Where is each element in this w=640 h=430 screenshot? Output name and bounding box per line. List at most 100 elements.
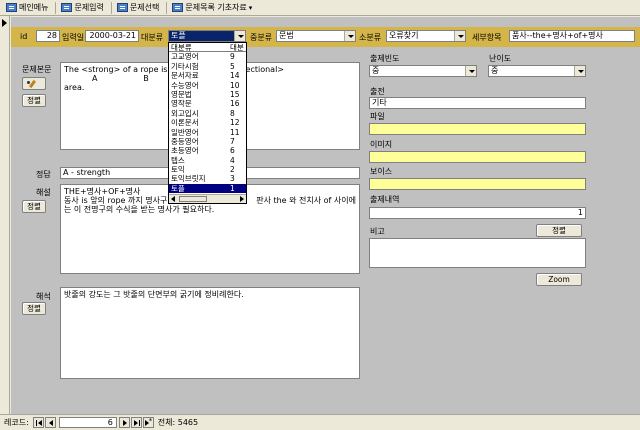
menu-item-label: 문제입력: [74, 3, 104, 12]
chevron-down-icon[interactable]: [454, 31, 465, 41]
frequency-label: 출제빈도: [370, 54, 400, 63]
dropdown-option[interactable]: 텝스 4: [169, 156, 246, 165]
next-icon: [122, 420, 127, 426]
dropdown-option[interactable]: 수능영어 10: [169, 81, 246, 90]
source-field[interactable]: 기타: [369, 97, 586, 109]
option-name: 일반영어: [171, 127, 199, 137]
last-icon: [133, 420, 138, 426]
dropdown-option[interactable]: 기타시험 5: [169, 62, 246, 71]
minor-category-combo[interactable]: 오류찾기: [386, 30, 466, 42]
scroll-right-icon[interactable]: [240, 196, 244, 202]
dropdown-header-name: 대분류: [171, 43, 192, 52]
question-sort-button[interactable]: 정렬: [22, 94, 46, 107]
bar-icon: [35, 420, 37, 426]
menu-item-question-list[interactable]: 문제목록 기초자료 ▾: [168, 1, 256, 15]
option-name: 외고입시: [171, 108, 199, 118]
dropdown-option[interactable]: 일반영어 11: [169, 128, 246, 137]
explanation-sort-button[interactable]: 정렬: [22, 200, 46, 213]
last-record-button[interactable]: [130, 417, 142, 428]
dropdown-option[interactable]: 영작문 16: [169, 99, 246, 108]
new-record-button[interactable]: *: [142, 417, 154, 428]
middle-category-value: 문법: [279, 31, 294, 40]
id-field[interactable]: 28: [36, 30, 60, 42]
note-sort-button[interactable]: 정렬: [536, 224, 582, 237]
option-code: 8: [230, 108, 235, 118]
explanation-line-2-end: 판사 the 와 전치사 of 사이에: [256, 196, 356, 205]
asterisk-icon: *: [148, 417, 153, 425]
menu-item-label: 메인메뉴: [19, 3, 49, 12]
menu-item-main-menu[interactable]: 메인메뉴: [2, 1, 52, 15]
option-name: 텝스: [171, 155, 185, 165]
difficulty-combo[interactable]: 중: [488, 65, 586, 77]
question-label: 문제본문: [22, 65, 52, 74]
history-label: 출제내역: [370, 195, 400, 204]
option-code: 15: [230, 89, 240, 99]
option-code: 4: [230, 155, 235, 165]
chevron-down-icon[interactable]: ▾: [249, 4, 253, 12]
major-category-combo[interactable]: 토플: [168, 30, 246, 42]
difficulty-label: 난이도: [489, 54, 512, 63]
dropdown-option-selected[interactable]: 토플 1: [169, 183, 246, 194]
option-code: 6: [230, 146, 235, 156]
scroll-left-icon[interactable]: [171, 196, 175, 202]
translation-value: 밧줄의 강도는 그 밧줄의 단면부의 굵기에 정비례한다.: [64, 290, 244, 299]
dropdown-header: 대분류 대분: [169, 43, 246, 53]
dropdown-option[interactable]: 초등영어 6: [169, 146, 246, 155]
first-record-button[interactable]: [32, 417, 44, 428]
detail-item-field[interactable]: 품사--the+명사+of+명사: [509, 30, 635, 42]
frequency-value: 중: [372, 66, 380, 75]
record-label: 레코드:: [4, 418, 29, 427]
difficulty-value: 중: [491, 66, 499, 75]
date-field[interactable]: 2000-03-21: [85, 30, 139, 42]
option-code: 14: [230, 71, 240, 81]
edit-question-button[interactable]: [22, 77, 46, 90]
frequency-combo[interactable]: 중: [369, 65, 477, 77]
history-field[interactable]: 1: [369, 207, 586, 219]
middle-category-combo[interactable]: 문법: [276, 30, 356, 42]
dropdown-option[interactable]: 이론문서 12: [169, 118, 246, 127]
option-name: 영문법: [171, 89, 192, 99]
dropdown-option[interactable]: 외고입시 8: [169, 109, 246, 118]
chevron-down-icon[interactable]: [465, 66, 476, 76]
dropdown-option[interactable]: 토익브릿지 3: [169, 174, 246, 183]
translation-text[interactable]: 밧줄의 강도는 그 밧줄의 단면부의 굵기에 정비례한다.: [60, 287, 360, 379]
record-selector[interactable]: [0, 16, 10, 414]
option-code: 1: [230, 183, 235, 193]
explanation-line-2-start: 동사 is 앞의 rope 까지 명사구 주: [64, 196, 178, 205]
option-name: 초등영어: [171, 146, 199, 156]
chevron-down-icon[interactable]: [574, 66, 585, 76]
dropdown-option[interactable]: 고교영어 9: [169, 52, 246, 61]
dropdown-option[interactable]: 토익 2: [169, 165, 246, 174]
note-field[interactable]: [369, 238, 586, 268]
current-record-field[interactable]: 6: [58, 417, 117, 428]
translation-sort-button[interactable]: 정렬: [22, 302, 46, 315]
menu-separator: [166, 1, 168, 14]
explanation-line-3: 는 이 전명구의 수식을 받는 명사가 필요하다.: [64, 205, 215, 214]
option-code: 11: [230, 127, 240, 137]
next-record-button[interactable]: [118, 417, 130, 428]
form-icon: [6, 3, 17, 12]
pencil-icon: [28, 79, 37, 89]
menu-item-question-input[interactable]: 문제입력: [57, 1, 107, 15]
option-name: 영작문: [171, 99, 192, 109]
file-field[interactable]: [369, 123, 586, 135]
image-field[interactable]: [369, 151, 586, 163]
option-code: 3: [230, 174, 235, 184]
translation-label: 해석: [36, 292, 51, 301]
menu-item-question-select[interactable]: 문제선택: [113, 1, 163, 15]
scroll-thumb[interactable]: [179, 196, 207, 202]
dropdown-option[interactable]: 문서자료 14: [169, 71, 246, 80]
chevron-down-icon[interactable]: [234, 31, 245, 41]
chevron-down-icon[interactable]: [344, 31, 355, 41]
dropdown-option[interactable]: 영문법 15: [169, 90, 246, 99]
zoom-button[interactable]: Zoom: [536, 273, 582, 286]
option-name: 이론문서: [171, 118, 199, 128]
previous-record-button[interactable]: [44, 417, 56, 428]
voice-field[interactable]: [369, 178, 586, 190]
dropdown-horizontal-scrollbar[interactable]: [169, 194, 246, 203]
dropdown-option[interactable]: 중등영어 7: [169, 137, 246, 146]
detail-item-label: 세부항목: [472, 33, 502, 42]
major-category-dropdown-list[interactable]: 대분류 대분 고교영어 9 기타시험 5 문서자료 14 수능영어 10 영문법 15 영…: [168, 42, 247, 204]
option-name: 문서자료: [171, 71, 199, 81]
id-label: id: [20, 32, 28, 41]
